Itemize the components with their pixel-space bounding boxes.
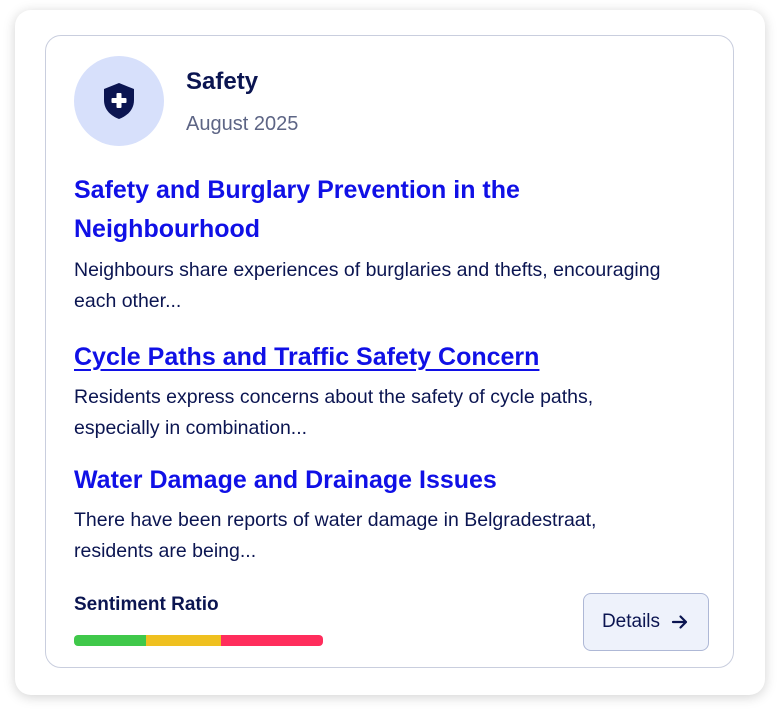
sentiment-segment-positive [74,635,147,646]
category-title: Safety [186,68,259,95]
arrow-right-icon [671,615,688,629]
details-button[interactable]: Details [583,593,709,651]
sentiment-label: Sentiment Ratio [74,594,219,615]
card-container: Safety August 2025 Safety and Burglary P… [15,10,765,695]
topic-description-burglary: Neighbours share experiences of burglari… [74,259,661,312]
category-date: August 2025 [186,113,299,135]
topic-title-cycle-paths[interactable]: Cycle Paths and Traffic Safety Concern [74,338,674,377]
shield-plus-icon [104,83,134,119]
category-avatar [74,56,164,146]
sentiment-segment-negative [220,635,323,646]
topic-title-burglary[interactable]: Safety and Burglary Prevention in the Ne… [74,171,674,249]
details-button-label: Details [601,611,661,632]
topic-description-water-damage: There have been reports of water damage … [74,509,597,562]
topic-summary-card: Safety August 2025 Safety and Burglary P… [45,35,734,668]
topic-title-water-damage[interactable]: Water Damage and Drainage Issues [74,461,674,500]
sentiment-segment-neutral [146,635,221,646]
topic-description-cycle-paths: Residents express concerns about the saf… [74,386,594,439]
sentiment-ratio-bar [74,635,323,646]
